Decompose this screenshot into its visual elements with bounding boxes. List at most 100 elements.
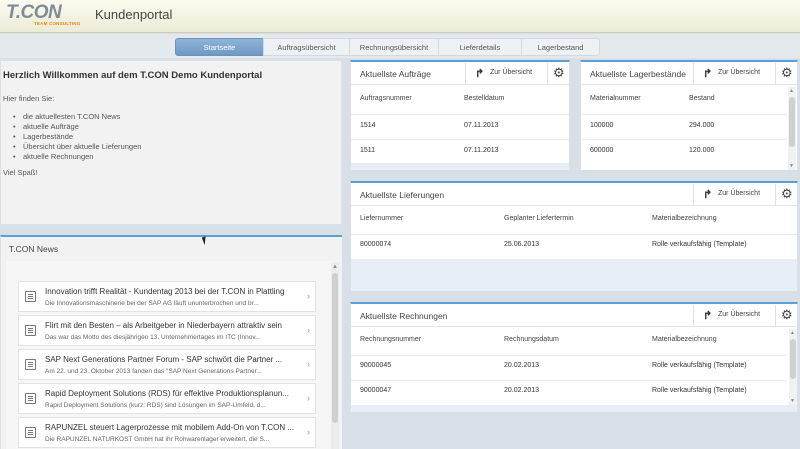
deliveries-tile: Aktuellste Lieferungen ↱ Zur Übersicht ⚙… — [350, 181, 798, 291]
news-teaser: Die RAPUNZEL NATURKOST GmbH hat ihr Rohw… — [45, 436, 270, 443]
scroll-down-icon[interactable]: ▼ — [789, 163, 794, 169]
news-item[interactable]: Rapid Deployment Solutions (RDS) für eff… — [18, 383, 316, 414]
tile-footer — [351, 163, 569, 170]
column-header: Auftragsnummer — [360, 95, 412, 102]
document-icon — [25, 427, 36, 438]
news-item[interactable]: Innovation trifft Realität - Kundentag 2… — [18, 281, 316, 312]
scroll-thumb[interactable] — [789, 97, 795, 147]
tile-footer — [351, 405, 797, 412]
stock-tile: Aktuellste Lagerbestände ↱ Zur Übersicht… — [580, 60, 798, 170]
table-cell: 07.11.2013 — [464, 122, 499, 129]
scroll-thumb[interactable] — [790, 339, 796, 379]
divider — [351, 234, 797, 235]
document-icon — [25, 325, 36, 336]
table-cell: 100000 — [590, 122, 614, 129]
document-icon — [25, 393, 36, 404]
deliveries-settings-button[interactable]: ⚙ — [775, 184, 797, 205]
column-header: Rechnungsnummer — [360, 336, 422, 343]
news-headline: Innovation trifft Realität - Kundentag 2… — [45, 287, 285, 296]
news-teaser: Rapid Deployment Solutions (kurz: RDS) s… — [45, 402, 266, 409]
welcome-panel: Herzlich Willkommen auf dem T.CON Demo K… — [0, 60, 342, 225]
stock-title: Aktuellste Lagerbestände — [590, 69, 686, 79]
tab-startseite[interactable]: Startseite — [175, 38, 264, 56]
tab-lieferdetails[interactable]: Lieferdetails — [438, 38, 522, 56]
list-item: Übersicht über aktuelle Lieferungen — [13, 142, 141, 152]
news-item[interactable]: RAPUNZEL steuert Lagerprozesse mit mobil… — [18, 417, 316, 448]
gear-icon: ⚙ — [781, 307, 793, 322]
orders-overview-button[interactable]: ↱ Zur Übersicht — [465, 63, 547, 84]
news-item[interactable]: Flirt mit den Besten – als Arbeitgeber i… — [18, 315, 316, 346]
news-headline: Flirt mit den Besten – als Arbeitgeber i… — [45, 321, 283, 330]
top-bar: T.CON TEAM CONSULTING Kundenportal — [0, 0, 800, 33]
table-cell: 600000 — [590, 147, 614, 154]
stock-scrollbar[interactable]: ▲ ▼ — [788, 87, 796, 170]
news-item[interactable]: SAP Next Generations Partner Forum - SAP… — [18, 349, 316, 380]
stock-settings-button[interactable]: ⚙ — [775, 63, 797, 84]
scroll-up-icon[interactable]: ▲ — [332, 264, 338, 270]
tile-header: Aktuellste Rechnungen ↱ Zur Übersicht ⚙ — [351, 304, 797, 327]
tab-rechnungsuebersicht[interactable]: Rechnungsübersicht — [349, 38, 439, 56]
news-scrollbar[interactable]: ▲ — [331, 263, 339, 449]
tile-header: Aktuellste Lieferungen ↱ Zur Übersicht ⚙ — [351, 183, 797, 206]
column-header: Materialbezeichnung — [652, 215, 717, 222]
invoices-settings-button[interactable]: ⚙ — [775, 305, 797, 326]
news-teaser: Am 22. und 23. Oktober 2013 fanden das "… — [45, 368, 262, 375]
table-cell: 294.000 — [689, 122, 715, 129]
divider — [351, 139, 569, 140]
logo-subtitle: TEAM CONSULTING — [34, 21, 81, 26]
news-panel: T.CON News Innovation trifft Realität - … — [0, 235, 342, 449]
list-item: aktuelle Aufträge — [13, 122, 141, 132]
tcon-logo: T.CON TEAM CONSULTING — [6, 2, 80, 29]
column-header: Geplanter Liefertermin — [504, 215, 574, 222]
orders-settings-button[interactable]: ⚙ — [547, 63, 569, 84]
logo-text: T.CON — [6, 2, 62, 23]
news-teaser: Das war das Motto des diesjährigen 13. U… — [45, 334, 261, 341]
table-cell: 25.06.2013 — [504, 241, 540, 248]
invoices-scrollbar[interactable]: ▲ ▼ — [789, 329, 797, 405]
column-header: Liefernummer — [360, 215, 404, 222]
column-header: Bestand — [689, 95, 715, 102]
deliveries-overview-button[interactable]: ↱ Zur Übersicht — [693, 184, 775, 205]
list-item: aktuelle Rechnungen — [13, 152, 141, 162]
app-title: Kundenportal — [95, 7, 173, 22]
tab-auftragsuebersicht[interactable]: Auftragsübersicht — [263, 38, 350, 56]
table-cell: 90000045 — [360, 362, 392, 369]
column-header: Materialnummer — [590, 95, 641, 102]
table-cell: Rolle verkaufsfähig (Template) — [652, 362, 747, 369]
invoices-overview-button[interactable]: ↱ Zur Übersicht — [693, 305, 775, 326]
news-headline: Rapid Deployment Solutions (RDS) für eff… — [45, 389, 289, 398]
table-cell: 120.000 — [689, 147, 715, 154]
column-header: Materialbezeichnung — [652, 336, 717, 343]
share-arrow-icon: ↱ — [475, 68, 485, 80]
stock-overview-button[interactable]: ↱ Zur Übersicht — [693, 63, 775, 84]
table-cell: Rolle verkaufsfähig (Template) — [652, 241, 747, 248]
tile-header: Aktuellste Lagerbestände ↱ Zur Übersicht… — [581, 62, 797, 85]
column-header: Bestelldatum — [464, 95, 505, 102]
chevron-right-icon: › — [307, 325, 310, 335]
divider — [581, 139, 787, 140]
gear-icon: ⚙ — [781, 186, 793, 201]
overview-label: Zur Übersicht — [490, 69, 533, 76]
chevron-right-icon: › — [307, 291, 310, 301]
scroll-up-icon[interactable]: ▲ — [790, 330, 795, 336]
tile-footer — [351, 260, 797, 291]
scroll-thumb[interactable] — [332, 273, 338, 423]
document-icon — [25, 359, 36, 370]
table-cell: 90000047 — [360, 387, 392, 394]
divider — [351, 355, 787, 356]
table-cell: 07.11.2013 — [464, 147, 499, 154]
chevron-right-icon: › — [307, 427, 310, 437]
invoices-tile: Aktuellste Rechnungen ↱ Zur Übersicht ⚙ … — [350, 302, 798, 412]
share-arrow-icon: ↱ — [703, 310, 713, 322]
table-cell: 80000074 — [360, 241, 392, 248]
divider — [351, 114, 569, 115]
tab-lagerbestand[interactable]: Lagerbestand — [521, 38, 600, 56]
list-item: die aktuellesten T.CON News — [13, 112, 141, 122]
news-headline: SAP Next Generations Partner Forum - SAP… — [45, 355, 283, 364]
scroll-up-icon[interactable]: ▲ — [789, 88, 794, 94]
tab-bar: Startseite Auftragsübersicht Rechnungsüb… — [0, 34, 800, 58]
deliveries-title: Aktuellste Lieferungen — [360, 190, 445, 200]
scroll-down-icon[interactable]: ▼ — [790, 398, 795, 404]
chevron-right-icon: › — [307, 359, 310, 369]
share-arrow-icon: ↱ — [703, 68, 713, 80]
